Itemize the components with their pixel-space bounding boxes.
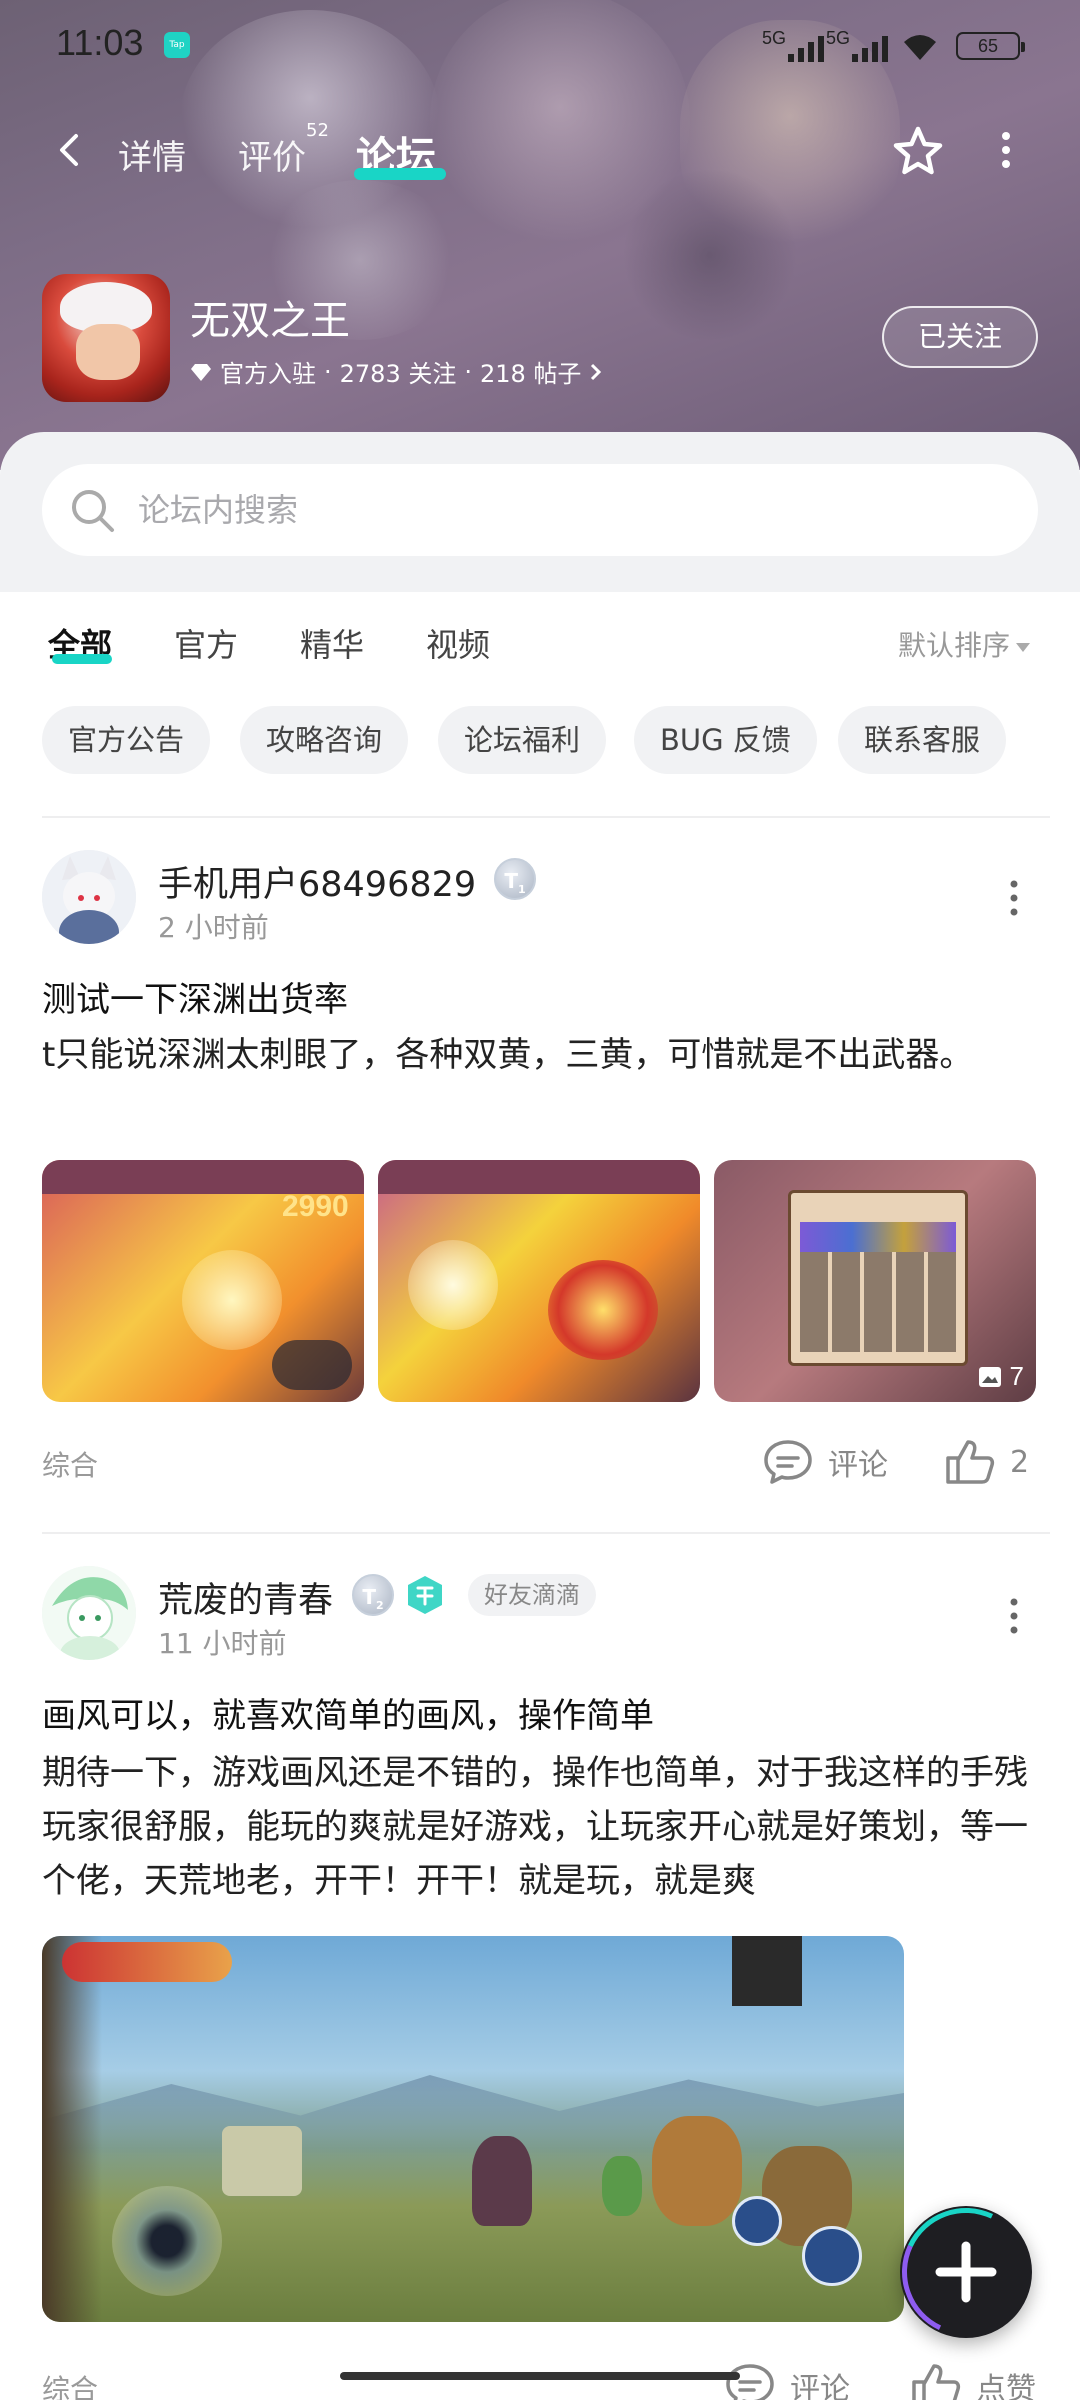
post-time: 11 小时前 bbox=[158, 1627, 287, 1660]
signal-icon bbox=[786, 30, 830, 62]
username[interactable]: 手机用户68496829 bbox=[158, 856, 476, 907]
chip-forum-benefits[interactable]: 论坛福利 bbox=[438, 706, 607, 774]
thumbs-up-icon bbox=[946, 1440, 995, 1484]
comment-icon bbox=[764, 1440, 812, 1484]
search-section bbox=[0, 432, 1080, 592]
post-image[interactable]: 7 bbox=[714, 1160, 1036, 1402]
username[interactable]: 荒废的青春 bbox=[158, 1572, 333, 1623]
thumbs-up-icon bbox=[912, 2364, 961, 2400]
follower-count: 2783 关注 bbox=[339, 360, 457, 388]
dropdown-arrow-icon bbox=[1016, 642, 1031, 652]
favorite-star-icon[interactable] bbox=[890, 124, 946, 180]
comment-icon bbox=[726, 2364, 774, 2400]
avatar[interactable] bbox=[42, 850, 136, 944]
network-type: 5G bbox=[762, 28, 787, 48]
home-indicator[interactable] bbox=[340, 2372, 740, 2380]
follow-button[interactable]: 已关注 bbox=[882, 306, 1038, 368]
separator: · bbox=[324, 357, 332, 386]
active-tab-indicator bbox=[354, 168, 446, 180]
avatar[interactable] bbox=[42, 1566, 136, 1660]
plus-icon bbox=[935, 2241, 997, 2303]
search-bar[interactable] bbox=[42, 464, 1038, 556]
chip-customer-service[interactable]: 联系客服 bbox=[838, 706, 1007, 774]
official-label: 官方入驻 bbox=[220, 360, 316, 388]
post-image[interactable] bbox=[378, 1160, 700, 1402]
post-image[interactable]: 2990 bbox=[42, 1160, 364, 1402]
separator: · bbox=[464, 357, 472, 386]
tab-reviews[interactable]: 评价 bbox=[238, 130, 306, 179]
like-button[interactable]: 点赞 bbox=[910, 2362, 1036, 2400]
more-options-icon[interactable] bbox=[994, 130, 1018, 170]
post-image[interactable] bbox=[42, 1936, 904, 2322]
back-arrow-icon[interactable] bbox=[52, 132, 88, 168]
post-title[interactable]: 画风可以，就喜欢简单的画风，操作简单 bbox=[42, 1688, 654, 1737]
filter-tab-official[interactable]: 官方 bbox=[174, 620, 238, 666]
divider bbox=[42, 816, 1050, 818]
official-verified-icon bbox=[191, 363, 211, 381]
comment-button[interactable]: 评论 bbox=[762, 1438, 888, 1486]
search-input[interactable] bbox=[138, 486, 998, 534]
level-badge: T1 bbox=[494, 858, 536, 900]
reviews-count-badge: 52 bbox=[306, 120, 329, 141]
banner-art-character bbox=[620, 170, 800, 340]
game-stats[interactable]: 官方入驻 · 2783 关注 · 218 帖子 bbox=[190, 354, 603, 389]
signal-icon bbox=[850, 30, 894, 62]
network-type: 5G bbox=[826, 28, 851, 48]
divider bbox=[42, 1532, 1050, 1534]
post-body[interactable]: t只能说深渊太刺眼了，各种双黄，三黄，可惜就是不出武器。 bbox=[42, 1028, 1042, 1082]
filter-tab-featured[interactable]: 精华 bbox=[300, 620, 364, 666]
active-filter-indicator bbox=[52, 654, 112, 664]
like-button[interactable]: 2 bbox=[944, 1438, 1029, 1486]
tab-details[interactable]: 详情 bbox=[118, 130, 186, 179]
post-category[interactable]: 综合 bbox=[42, 1444, 98, 1484]
game-icon[interactable] bbox=[42, 274, 170, 402]
post-count: 218 帖子 bbox=[480, 360, 582, 388]
chip-official-announcement[interactable]: 官方公告 bbox=[42, 706, 211, 774]
sort-label: 默认排序 bbox=[898, 629, 1011, 662]
clock: 11:03 bbox=[56, 22, 144, 63]
level-badge: T2 bbox=[352, 1574, 394, 1616]
post-category[interactable]: 综合 bbox=[42, 2368, 98, 2400]
category-chips: 官方公告 攻略咨询 论坛福利 BUG 反馈 联系客服 bbox=[0, 700, 1080, 780]
verified-hexagon-icon bbox=[408, 1576, 442, 1614]
filter-tabs: 全部 官方 精华 视频 默认排序 bbox=[0, 592, 1080, 692]
taptap-notification-icon: Tap bbox=[164, 32, 190, 58]
sort-dropdown[interactable]: 默认排序 bbox=[898, 624, 1031, 664]
post-body[interactable]: 期待一下，游戏画风还是不错的，操作也简单，对于我这样的手残玩家很舒服，能玩的爽就… bbox=[42, 1746, 1042, 1908]
post-time: 2 小时前 bbox=[158, 911, 269, 944]
post-title[interactable]: 测试一下深渊出货率 bbox=[42, 972, 348, 1021]
chip-bug-report[interactable]: BUG 反馈 bbox=[634, 706, 817, 774]
friend-tag-badge: 好友滴滴 bbox=[468, 1574, 596, 1616]
image-count: 7 bbox=[978, 1361, 1024, 1392]
battery-icon: 65 bbox=[956, 32, 1025, 60]
more-options-icon[interactable] bbox=[1006, 878, 1022, 918]
chevron-right-icon bbox=[591, 363, 602, 380]
wifi-icon bbox=[904, 35, 936, 60]
top-navigation: 详情 评价 52 论坛 bbox=[0, 110, 1080, 190]
comment-button[interactable]: 评论 bbox=[724, 2362, 850, 2400]
search-icon bbox=[72, 490, 114, 532]
gallery-icon bbox=[978, 1366, 1001, 1387]
status-bar: 11:03 Tap 5G 5G 65 bbox=[0, 0, 1080, 90]
create-post-button[interactable] bbox=[900, 2206, 1032, 2338]
filter-tab-video[interactable]: 视频 bbox=[426, 620, 490, 666]
more-options-icon[interactable] bbox=[1006, 1596, 1022, 1636]
chip-strategy-consult[interactable]: 攻略咨询 bbox=[240, 706, 409, 774]
game-title: 无双之王 bbox=[190, 298, 350, 344]
